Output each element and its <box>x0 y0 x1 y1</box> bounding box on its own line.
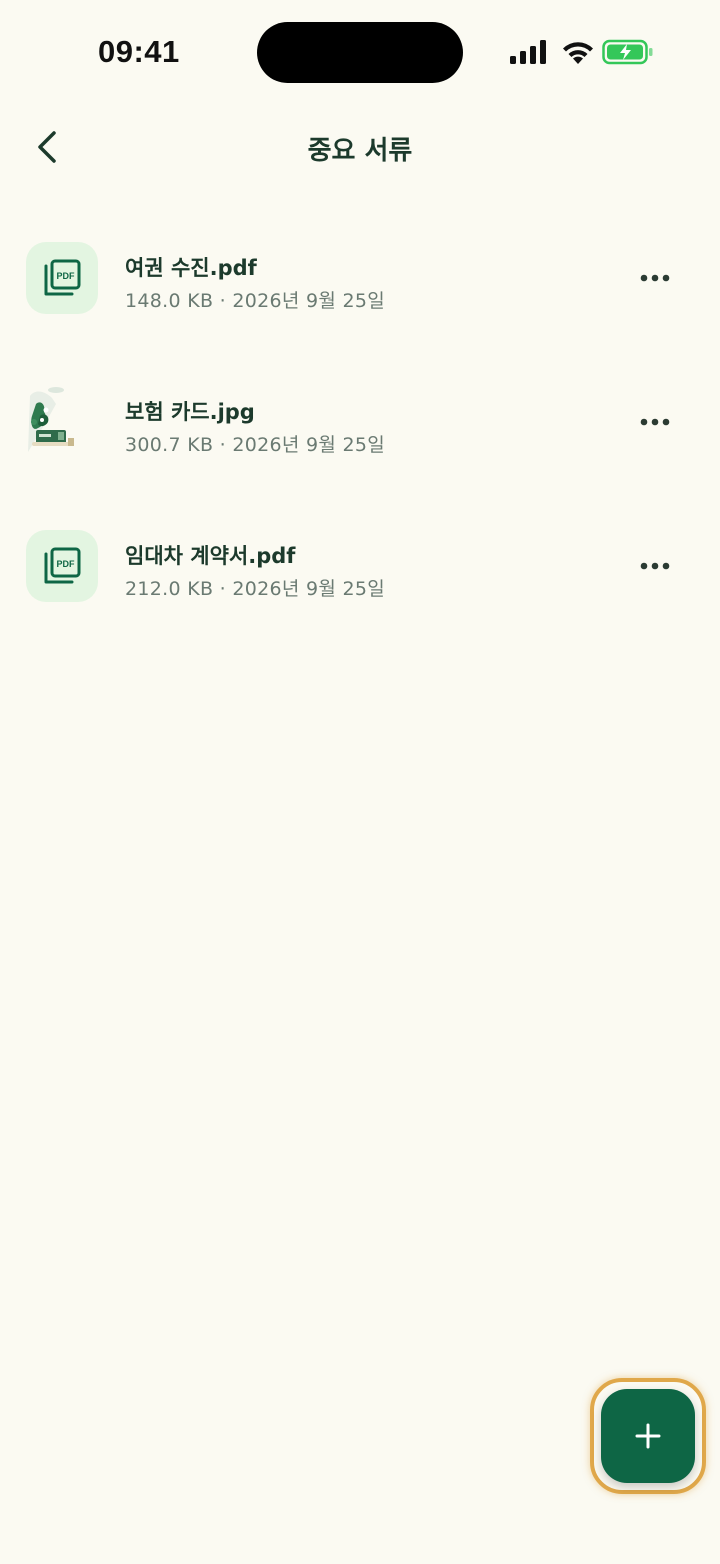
more-options-button[interactable] <box>628 258 682 298</box>
ellipsis-icon <box>640 562 670 570</box>
page-title: 중요 서류 <box>307 136 413 166</box>
more-options-button[interactable] <box>628 546 682 586</box>
pdf-thumbnail: PDF <box>26 530 98 602</box>
file-row[interactable]: PDF 임대차 계약서.pdf 212.0 KB · 2026년 9월 25일 <box>0 524 720 668</box>
plus-icon <box>635 1423 661 1449</box>
more-options-button[interactable] <box>628 402 682 442</box>
file-meta: 148.0 KB · 2026년 9월 25일 <box>125 290 386 312</box>
ellipsis-icon <box>640 274 670 282</box>
file-list: PDF 여권 수진.pdf 148.0 KB · 2026년 9월 25일 보험… <box>0 236 720 668</box>
pdf-file-icon: PDF <box>44 547 81 584</box>
file-meta: 212.0 KB · 2026년 9월 25일 <box>125 578 386 600</box>
file-name: 임대차 계약서.pdf <box>125 544 296 568</box>
pdf-label: PDF <box>57 559 76 569</box>
cellular-signal-icon <box>510 40 546 64</box>
wifi-icon <box>563 42 593 64</box>
ellipsis-icon <box>640 418 670 426</box>
pdf-thumbnail: PDF <box>26 242 98 314</box>
file-name: 보험 카드.jpg <box>125 400 255 424</box>
status-time: 09:41 <box>98 34 180 69</box>
dynamic-island <box>257 22 463 83</box>
image-thumbnail <box>26 382 98 462</box>
screen: 09:41 중요 서류 PDF 여권 수진.pdf 148.0 KB · 202… <box>0 0 720 1564</box>
battery-charging-icon <box>602 39 653 65</box>
file-name: 여권 수진.pdf <box>125 256 257 280</box>
file-meta: 300.7 KB · 2026년 9월 25일 <box>125 434 386 456</box>
file-row[interactable]: 보험 카드.jpg 300.7 KB · 2026년 9월 25일 <box>0 380 720 524</box>
pdf-file-icon: PDF <box>44 259 81 296</box>
pdf-label: PDF <box>57 271 76 281</box>
image-preview-icon <box>26 382 98 462</box>
file-row[interactable]: PDF 여권 수진.pdf 148.0 KB · 2026년 9월 25일 <box>0 236 720 380</box>
add-file-button[interactable] <box>601 1389 695 1483</box>
